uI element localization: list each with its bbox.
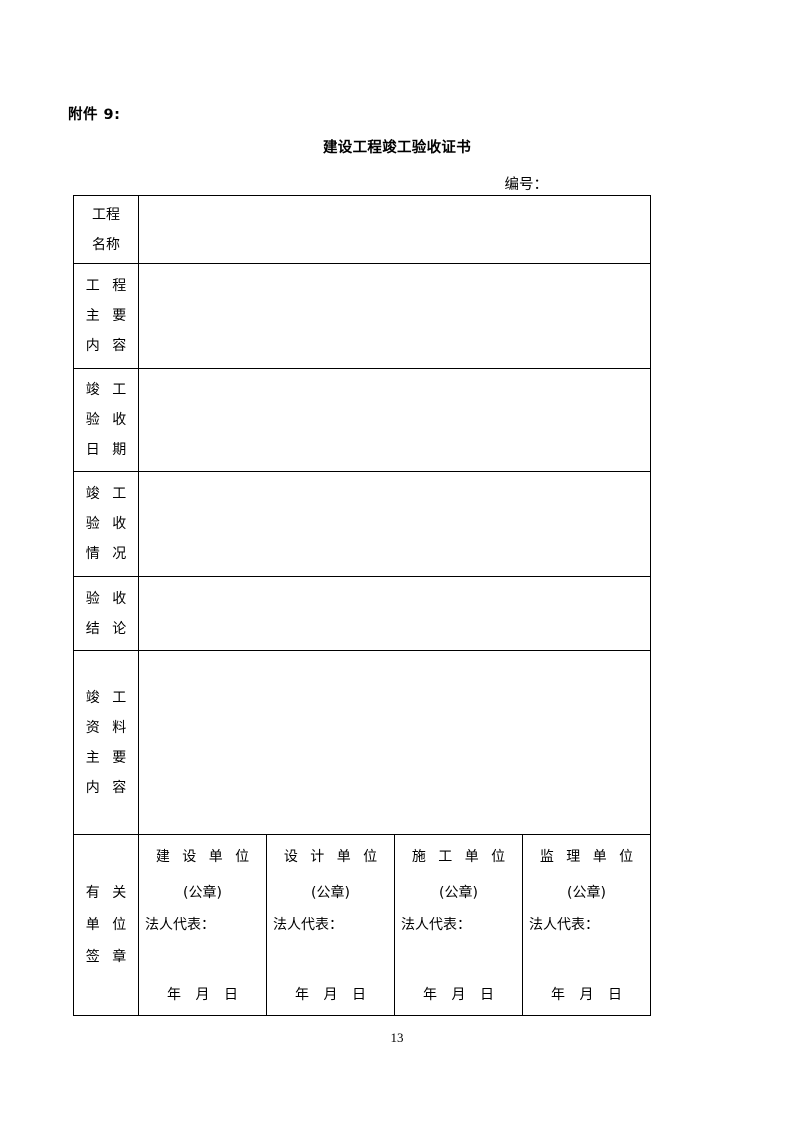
signature-representative-label[interactable]: 法人代表：	[395, 915, 522, 935]
signature-block: 建 设 单 位 (公章) 法人代表： 年 月 日	[139, 847, 266, 1015]
signature-date-label[interactable]: 年 月 日	[267, 985, 394, 1005]
row-label-line: 签 章	[85, 949, 131, 965]
signature-organization-label: 施 工 单 位	[411, 849, 510, 865]
row-label-acceptance-status: 竣 工 验 收 情 况	[73, 471, 139, 577]
field-acceptance-conclusion[interactable]	[138, 576, 651, 651]
signature-date-label[interactable]: 年 月 日	[139, 985, 266, 1005]
signature-seal-label: (公章)	[567, 885, 606, 901]
certificate-form-table: 工程 名称 工 程 主 要 内 容 竣 工 验 收 日 期 竣 工 验 收 情 …	[73, 195, 651, 1016]
signature-cell-construction-unit[interactable]: 建 设 单 位 (公章) 法人代表： 年 月 日	[138, 834, 267, 1016]
page-title: 建设工程竣工验收证书	[323, 140, 471, 156]
field-project-content[interactable]	[138, 263, 651, 369]
signature-block: 监 理 单 位 (公章) 法人代表： 年 月 日	[523, 847, 650, 1015]
table-row: 竣 工 资 料 主 要 内 容	[73, 650, 651, 835]
row-label-line: 验 收	[85, 590, 131, 607]
field-acceptance-date[interactable]	[138, 368, 651, 472]
signature-seal-label: (公章)	[439, 885, 478, 901]
row-label-project-content: 工 程 主 要 内 容	[73, 263, 139, 369]
attachment-label: 附件 9:	[68, 107, 121, 123]
row-label-line: 结 论	[85, 620, 131, 637]
signature-row: 有 关 单 位 签 章 建 设 单 位 (公章) 法人代表： 年 月 日 设 计…	[73, 834, 651, 1016]
row-label-line: 内 容	[85, 338, 131, 354]
row-label-line: 名称	[92, 236, 120, 253]
row-label-line: 单 位	[85, 917, 131, 933]
signature-representative-label[interactable]: 法人代表：	[139, 915, 266, 935]
row-label-line: 资 料	[85, 719, 131, 736]
signature-cell-supervision-unit[interactable]: 监 理 单 位 (公章) 法人代表： 年 月 日	[522, 834, 651, 1016]
field-completion-documents[interactable]	[138, 650, 651, 835]
signature-organization-label: 设 计 单 位	[283, 849, 382, 865]
table-row: 工 程 主 要 内 容	[73, 263, 651, 369]
form-table-body: 工程 名称 工 程 主 要 内 容 竣 工 验 收 日 期 竣 工 验 收 情 …	[73, 195, 651, 1016]
row-label-signatures: 有 关 单 位 签 章	[73, 834, 139, 1016]
row-label-acceptance-date: 竣 工 验 收 日 期	[73, 368, 139, 472]
row-label-completion-documents: 竣 工 资 料 主 要 内 容	[73, 650, 139, 835]
table-row: 验 收 结 论	[73, 576, 651, 651]
signature-cell-design-unit[interactable]: 设 计 单 位 (公章) 法人代表： 年 月 日	[266, 834, 395, 1016]
signature-date-label[interactable]: 年 月 日	[395, 985, 522, 1005]
document-page: 附件 9: 建设工程竣工验收证书 编号： 工程 名称 工 程 主 要 内 容 竣…	[0, 0, 794, 1123]
signature-organization-label: 监 理 单 位	[539, 849, 638, 865]
signature-representative-label[interactable]: 法人代表：	[523, 915, 650, 935]
signature-seal-label: (公章)	[183, 885, 222, 901]
table-row: 竣 工 验 收 情 况	[73, 471, 651, 577]
row-label-line: 工程	[92, 206, 120, 223]
row-label-line: 有 关	[85, 885, 131, 901]
row-label-project-name: 工程 名称	[73, 195, 139, 264]
row-label-line: 主 要	[85, 308, 131, 324]
row-label-line: 情 况	[85, 546, 131, 562]
row-label-line: 竣 工	[85, 689, 131, 706]
serial-number-label: 编号：	[504, 177, 549, 193]
signature-block: 施 工 单 位 (公章) 法人代表： 年 月 日	[395, 847, 522, 1015]
page-number: 13	[390, 1030, 404, 1045]
table-row: 竣 工 验 收 日 期	[73, 368, 651, 472]
field-acceptance-status[interactable]	[138, 471, 651, 577]
signature-block: 设 计 单 位 (公章) 法人代表： 年 月 日	[267, 847, 394, 1015]
row-label-line: 竣 工	[85, 382, 131, 398]
signature-date-label[interactable]: 年 月 日	[523, 985, 650, 1005]
signature-seal-label: (公章)	[311, 885, 350, 901]
row-label-line: 验 收	[85, 516, 131, 532]
signature-representative-label[interactable]: 法人代表：	[267, 915, 394, 935]
field-project-name[interactable]	[138, 195, 651, 264]
signature-organization-label: 建 设 单 位	[155, 849, 254, 865]
signature-cell-construction-contractor[interactable]: 施 工 单 位 (公章) 法人代表： 年 月 日	[394, 834, 523, 1016]
table-row: 工程 名称	[73, 195, 651, 264]
row-label-line: 内 容	[85, 779, 131, 796]
row-label-line: 工 程	[85, 278, 131, 294]
row-label-acceptance-conclusion: 验 收 结 论	[73, 576, 139, 651]
row-label-line: 主 要	[85, 749, 131, 766]
row-label-line: 竣 工	[85, 486, 131, 502]
row-label-line: 日 期	[85, 442, 131, 458]
row-label-line: 验 收	[85, 412, 131, 428]
